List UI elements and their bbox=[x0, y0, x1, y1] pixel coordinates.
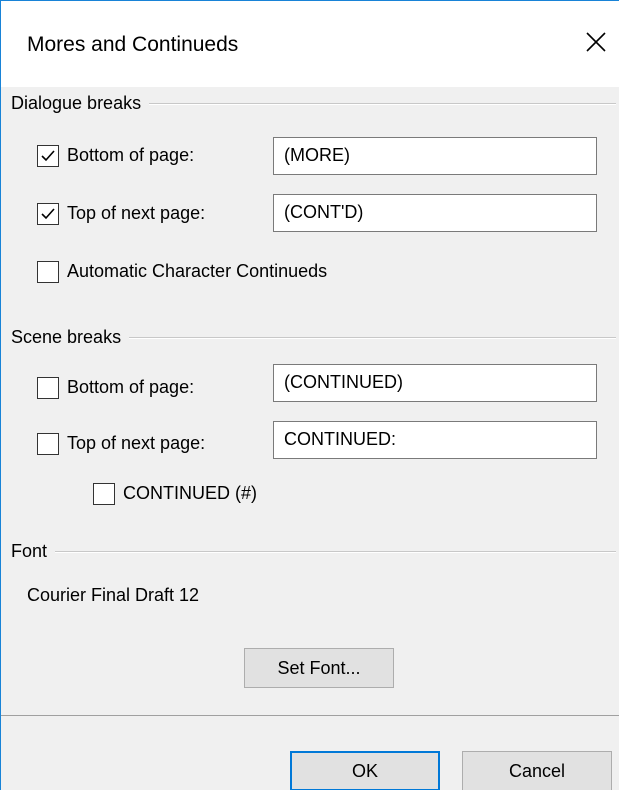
scene-top-of-next-page-label: Top of next page: bbox=[67, 433, 206, 453]
mores-and-continueds-dialog: Mores and Continueds Dialogue breaks Bot… bbox=[0, 0, 619, 790]
checkmark-icon bbox=[41, 150, 55, 162]
font-divider bbox=[11, 551, 616, 553]
scene-bottom-of-page-checkbox[interactable] bbox=[37, 377, 59, 399]
checkmark-icon bbox=[41, 208, 55, 220]
dialog-title: Mores and Continueds bbox=[27, 33, 239, 56]
scene-bottom-of-page-label: Bottom of page: bbox=[67, 377, 195, 397]
dialogue-bottom-of-page-input[interactable]: (MORE) bbox=[273, 137, 597, 175]
dialogue-bottom-of-page-label: Bottom of page: bbox=[67, 145, 195, 165]
set-font-button[interactable]: Set Font... bbox=[244, 648, 394, 688]
scene-top-of-next-page-input[interactable]: CONTINUED: bbox=[273, 421, 597, 459]
dialogue-bottom-of-page-checkbox[interactable] bbox=[37, 145, 59, 167]
close-icon bbox=[586, 32, 606, 52]
font-label: Font bbox=[11, 541, 56, 562]
dialog-body: Dialogue breaks Bottom of page: (MORE) T… bbox=[1, 87, 619, 790]
dialogue-top-of-next-page-label: Top of next page: bbox=[67, 203, 206, 223]
title-bar[interactable]: Mores and Continueds bbox=[1, 1, 619, 89]
ok-button[interactable]: OK bbox=[290, 751, 440, 790]
automatic-character-continueds-label: Automatic Character Continueds bbox=[67, 261, 328, 281]
scene-top-of-next-page-checkbox[interactable] bbox=[37, 433, 59, 455]
automatic-character-continueds-checkbox[interactable] bbox=[37, 261, 59, 283]
dialogue-breaks-label: Dialogue breaks bbox=[11, 93, 150, 114]
scene-bottom-of-page-input[interactable]: (CONTINUED) bbox=[273, 364, 597, 402]
footer-separator bbox=[1, 715, 619, 716]
close-button[interactable] bbox=[583, 29, 609, 55]
cancel-button[interactable]: Cancel bbox=[462, 751, 612, 790]
current-font-text: Courier Final Draft 12 bbox=[27, 585, 200, 605]
dialogue-top-of-next-page-input[interactable]: (CONT'D) bbox=[273, 194, 597, 232]
continued-number-label: CONTINUED (#) bbox=[123, 483, 257, 503]
scene-breaks-label: Scene breaks bbox=[11, 327, 130, 348]
dialogue-top-of-next-page-checkbox[interactable] bbox=[37, 203, 59, 225]
continued-number-checkbox[interactable] bbox=[93, 483, 115, 505]
